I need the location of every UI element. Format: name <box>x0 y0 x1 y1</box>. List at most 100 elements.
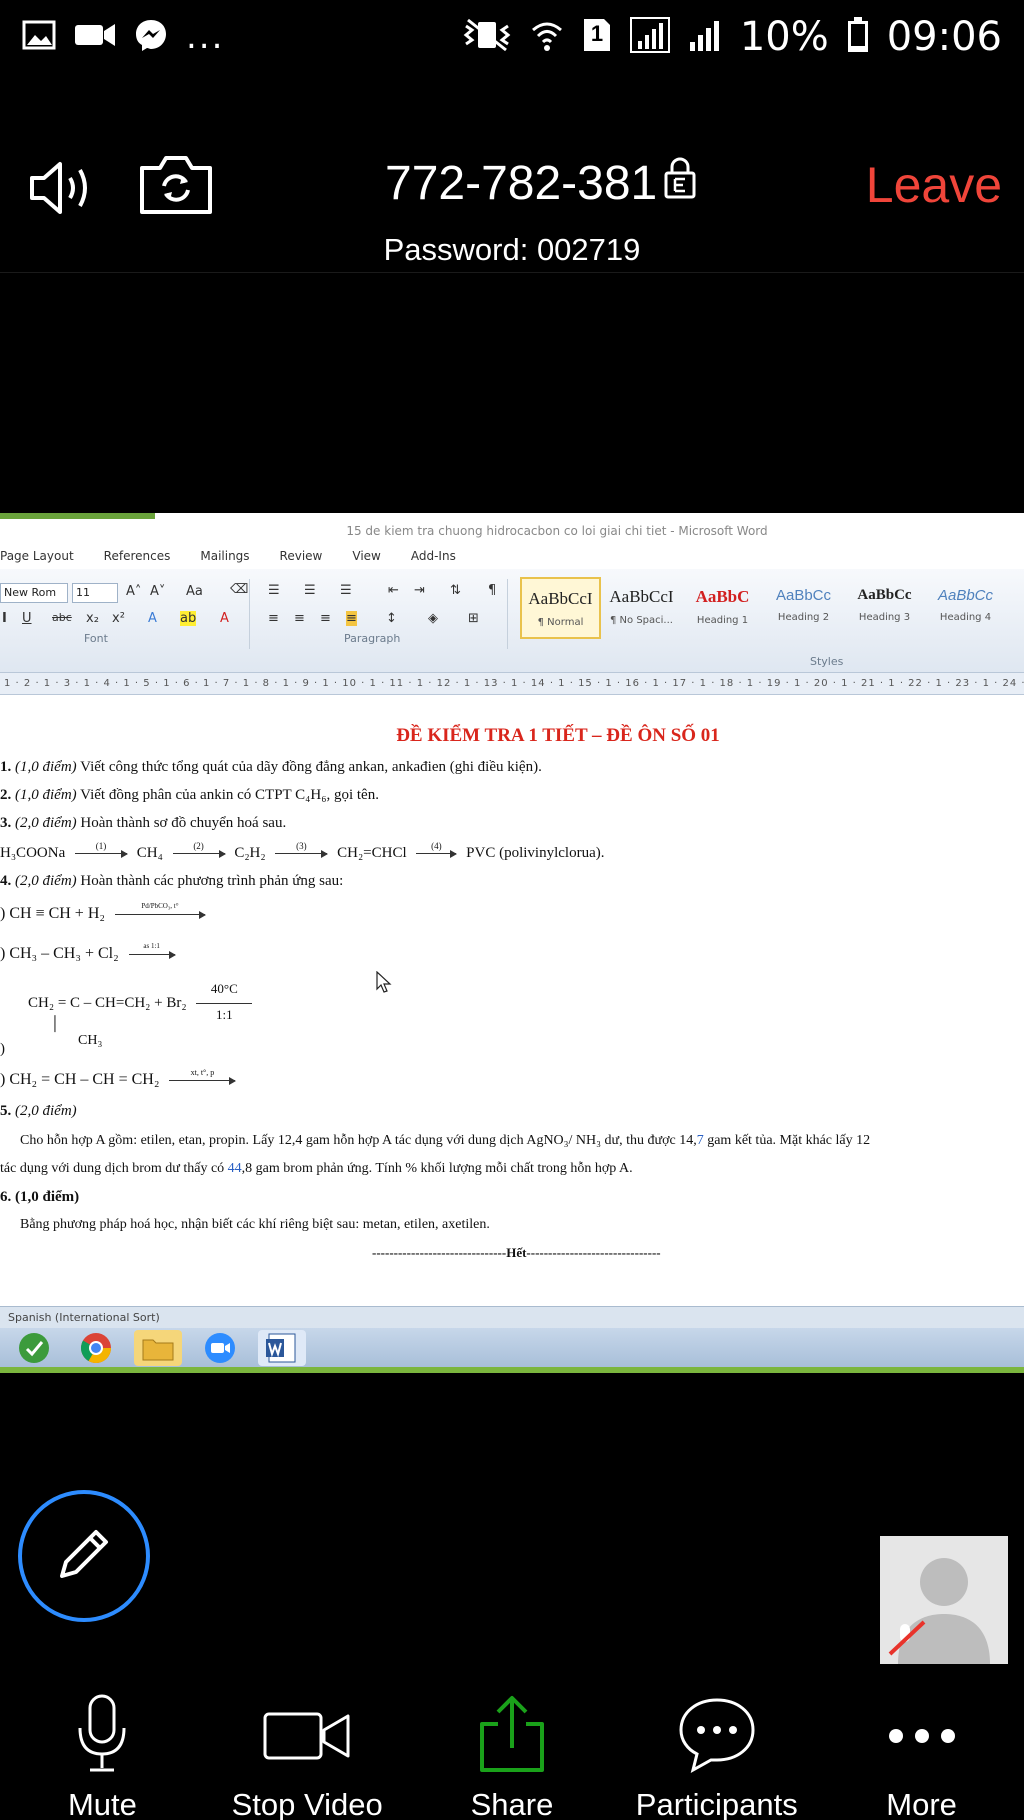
windows-taskbar <box>0 1328 1024 1367</box>
reaction-4-text: ) CH₂ = CH – CH = CH₂ <box>0 1071 160 1088</box>
align-right-icon[interactable]: ≡ <box>320 611 331 626</box>
grow-font-icon[interactable]: A˄ <box>126 584 141 599</box>
reaction-3-substituent: CH₃ <box>78 1033 103 1048</box>
reaction-arrow-line <box>196 1003 253 1005</box>
shading-icon[interactable]: ◈ <box>428 611 438 626</box>
italic-icon[interactable]: I <box>2 611 7 626</box>
signal-2-icon <box>688 18 722 57</box>
reaction-arrow: Pd/PbCO₃, t° <box>114 902 206 919</box>
align-left-icon[interactable]: ≡ <box>268 611 279 626</box>
question-1: 1. (1,0 điểm) Viết công thức tổng quát c… <box>0 759 542 776</box>
annotate-button[interactable] <box>18 1490 150 1622</box>
numbering-icon[interactable]: ☰ <box>304 583 316 598</box>
reaction-1: ) CH ≡ CH + H₂ Pd/PbCO₃, t° <box>0 902 211 923</box>
tab-page-layout[interactable]: Page Layout <box>0 549 74 563</box>
q3-points: (2,0 điểm) <box>15 815 77 831</box>
participants-button[interactable]: Participants <box>614 1680 819 1820</box>
sort-icon[interactable]: ⇅ <box>450 583 461 598</box>
video-icon <box>262 1694 352 1779</box>
align-center-icon[interactable]: ≡ <box>294 611 305 626</box>
zoom-app-icon[interactable] <box>196 1330 244 1366</box>
justify-icon[interactable]: ≡ <box>346 611 357 626</box>
style-name: Heading 2 <box>777 612 830 623</box>
q5-number: 5. <box>0 1103 12 1119</box>
underline-icon[interactable]: U <box>22 611 32 626</box>
shrink-font-icon[interactable]: A˅ <box>150 584 165 599</box>
tab-view[interactable]: View <box>352 549 380 563</box>
tab-mailings[interactable]: Mailings <box>200 549 249 563</box>
stop-video-button[interactable]: Stop Video <box>205 1680 410 1820</box>
file-explorer-icon[interactable] <box>134 1329 182 1366</box>
more-button[interactable]: More <box>819 1680 1024 1820</box>
document-page[interactable]: ĐỀ KIỂM TRA 1 TIẾT – ĐỀ ÔN SỐ 01 1. (1,0… <box>0 699 1024 1289</box>
style-heading-3[interactable]: AaBbCc Heading 3 <box>844 577 925 639</box>
start-orb-icon[interactable] <box>10 1330 58 1366</box>
reaction-3: CH₂ = C – CH=CH₂ + Br₂ 40°C 1:1 <box>28 981 253 1022</box>
q6-number: 6. <box>0 1189 12 1205</box>
messenger-icon <box>134 18 168 57</box>
reaction-3-text: CH₂ = C – CH=CH₂ + Br₂ <box>28 995 187 1011</box>
more-label: More <box>886 1787 957 1820</box>
switch-camera-icon[interactable] <box>138 154 214 221</box>
question-4: 4. (2,0 điểm) Hoàn thành các phương trìn… <box>0 873 343 890</box>
mute-label: Mute <box>67 1787 137 1820</box>
meeting-toolbar: Mute Stop Video Share Participants More <box>0 1680 1024 1820</box>
speaker-icon[interactable] <box>28 158 98 223</box>
word-status-bar: Spanish (International Sort) <box>0 1306 1024 1328</box>
style-normal[interactable]: AaBbCcI ¶ Normal <box>520 577 601 639</box>
superscript-icon[interactable]: x² <box>112 611 125 626</box>
q3-number: 3. <box>0 815 12 831</box>
tab-add-ins[interactable]: Add-Ins <box>411 549 456 563</box>
font-name-combo[interactable]: New Rom <box>0 583 68 603</box>
chrome-icon[interactable] <box>72 1330 120 1366</box>
font-color-icon[interactable]: A <box>220 611 229 626</box>
stop-video-label: Stop Video <box>231 1787 383 1820</box>
question-6: 6. (1,0 điểm) <box>0 1189 79 1206</box>
style-heading-4[interactable]: AaBbCc Heading 4 <box>925 577 1006 639</box>
style-heading-2[interactable]: AaBbCc Heading 2 <box>763 577 844 639</box>
increase-indent-icon[interactable]: ⇥ <box>414 583 425 598</box>
chat-bubble-icon <box>677 1694 757 1779</box>
tab-references[interactable]: References <box>104 549 171 563</box>
meeting-id-text: 772-782-381 <box>385 157 658 210</box>
paragraph-group-label: Paragraph <box>344 632 401 645</box>
share-button[interactable]: Share <box>410 1680 615 1820</box>
borders-icon[interactable]: ⊞ <box>468 611 479 626</box>
style-name: ¶ No Spaci... <box>610 615 673 626</box>
q5-line-1: Cho hỗn hợp A gồm: etilen, etan, propin.… <box>20 1133 870 1149</box>
question-2: 2. (1,0 điểm) Viết đồng phân của ankin c… <box>0 787 379 804</box>
q5-points: (2,0 điểm) <box>15 1103 77 1119</box>
ruler[interactable]: 1 · 2 · 1 · 3 · 1 · 4 · 1 · 5 · 1 · 6 · … <box>0 673 1024 695</box>
text-effects-icon[interactable]: A <box>148 611 157 626</box>
clear-format-icon[interactable]: ⌫ <box>230 582 248 597</box>
font-size-combo[interactable]: 11 <box>72 583 118 603</box>
reaction-arrow: as 1:1 <box>128 942 176 959</box>
language-status[interactable]: Spanish (International Sort) <box>8 1311 160 1324</box>
bullets-icon[interactable]: ☰ <box>268 583 280 598</box>
decrease-indent-icon[interactable]: ⇤ <box>388 583 399 598</box>
show-marks-icon[interactable]: ¶ <box>488 583 496 598</box>
battery-icon <box>847 16 869 58</box>
change-case-icon[interactable]: Aa <box>186 584 203 599</box>
word-app-icon[interactable] <box>258 1329 306 1366</box>
arrow-label: (3) <box>296 841 307 852</box>
tab-review[interactable]: Review <box>280 549 323 563</box>
style-heading-1[interactable]: AaBbC Heading 1 <box>682 577 763 639</box>
shared-screen[interactable]: 15 de kiem tra chuong hidrocacbon co loi… <box>0 513 1024 1373</box>
subscript-icon[interactable]: x₂ <box>86 611 99 626</box>
reaction-condition: 40°C <box>210 981 238 997</box>
meeting-password: Password: 002719 <box>383 232 641 267</box>
mouse-cursor-icon <box>376 970 392 998</box>
highlight-icon[interactable]: ab <box>180 611 197 626</box>
strikethrough-icon[interactable]: abc <box>52 611 72 624</box>
reaction-condition: 1:1 <box>216 1007 233 1023</box>
line-spacing-icon[interactable]: ↕ <box>386 611 397 626</box>
gallery-icon <box>22 20 56 55</box>
question-3: 3. (2,0 điểm) Hoàn thành sơ đồ chuyển ho… <box>0 815 286 832</box>
mute-button[interactable]: Mute <box>0 1680 205 1820</box>
multilevel-list-icon[interactable]: ☰ <box>340 583 352 598</box>
style-no-spacing[interactable]: AaBbCcI ¶ No Spaci... <box>601 577 682 639</box>
leave-button[interactable]: Leave <box>866 156 1002 214</box>
q4-text: Hoàn thành các phương trình phản ứng sau… <box>80 873 344 889</box>
self-video-thumbnail[interactable] <box>880 1536 1008 1664</box>
